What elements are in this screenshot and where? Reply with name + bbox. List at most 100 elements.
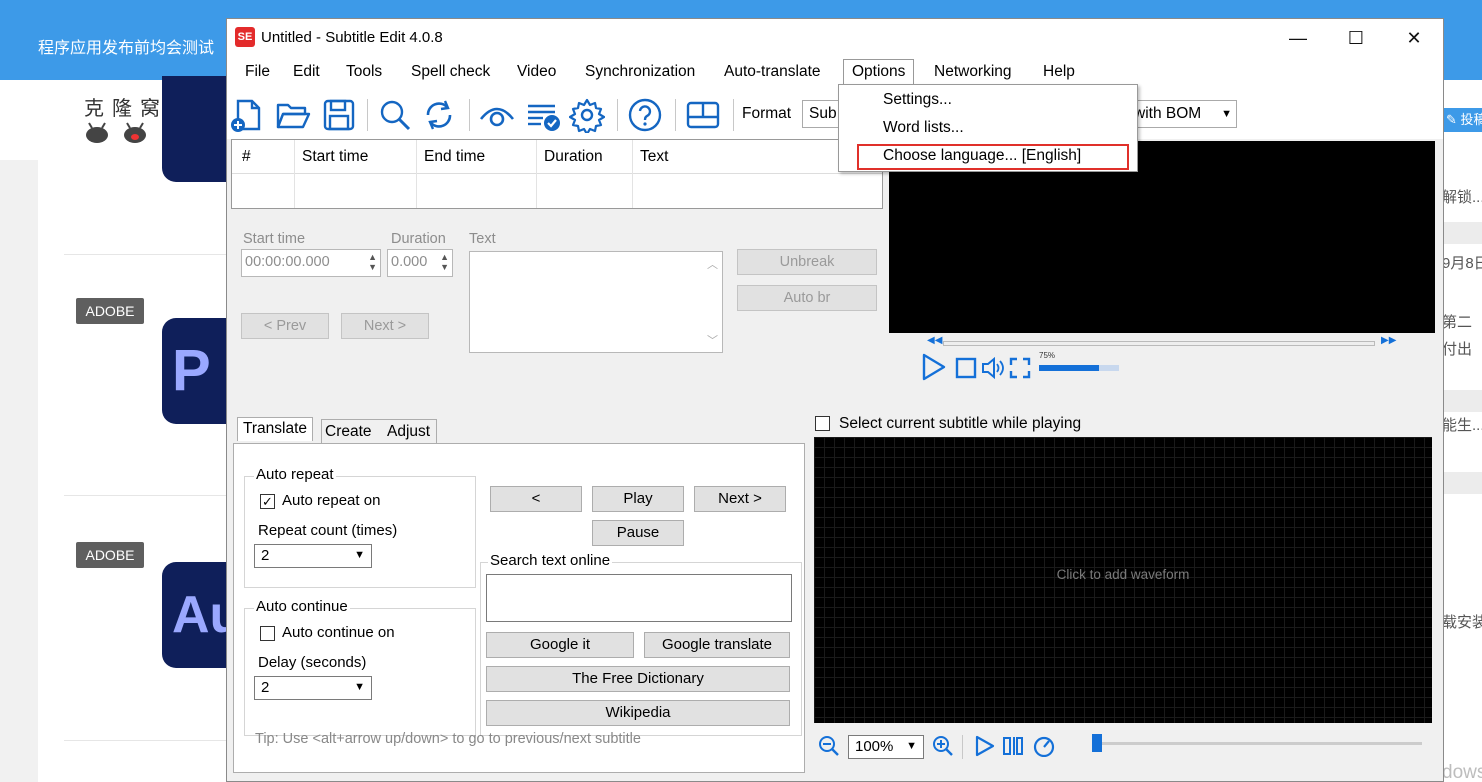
menu-synchronization[interactable]: Synchronization: [585, 63, 695, 81]
video-seek-bar[interactable]: [943, 341, 1375, 346]
rewind-icon[interactable]: ◀◀: [927, 335, 942, 346]
pause-button[interactable]: Pause: [592, 520, 684, 546]
encoding-select[interactable]: with BOM ▼: [1127, 100, 1237, 128]
column-duration[interactable]: Duration: [544, 148, 603, 166]
subtitle-edit-panel: Start time 00:00:00.000 ▲ ▼ Duration 0.000…: [231, 225, 883, 391]
fast-forward-icon[interactable]: ▶▶: [1381, 335, 1396, 346]
bg-logo[interactable]: 克隆窝: [84, 92, 168, 121]
maximize-button[interactable]: ☐: [1327, 19, 1385, 57]
spinner-icon[interactable]: ▲ ▼: [368, 252, 377, 272]
auto-repeat-checkbox[interactable]: ✓: [260, 494, 275, 509]
column-number[interactable]: #: [242, 148, 251, 166]
menu-auto-translate[interactable]: Auto-translate: [724, 63, 821, 81]
column-start-time[interactable]: Start time: [302, 148, 368, 166]
previous-line-button[interactable]: <: [490, 486, 582, 512]
subtitle-grid[interactable]: # Start time End time Duration Text: [231, 139, 883, 209]
options-dropdown-menu: Settings... Word lists... Choose languag…: [838, 84, 1138, 172]
open-folder-icon[interactable]: [275, 97, 311, 133]
zoom-select[interactable]: 100% ▼: [848, 735, 924, 759]
column-text[interactable]: Text: [640, 148, 668, 166]
split-icon[interactable]: [1002, 735, 1024, 757]
menu-help[interactable]: Help: [1043, 63, 1075, 81]
submit-post-button[interactable]: ✎ 投稿: [1442, 108, 1482, 132]
find-icon[interactable]: [377, 97, 413, 133]
divider: [64, 740, 226, 741]
menu-spell-check[interactable]: Spell check: [411, 63, 490, 81]
spell-check-icon[interactable]: [525, 97, 561, 133]
google-translate-button[interactable]: Google translate: [644, 632, 790, 658]
tab-translate[interactable]: Translate: [237, 417, 314, 441]
menu-tools[interactable]: Tools: [346, 63, 382, 81]
photoshop-app-icon[interactable]: P: [162, 318, 226, 424]
search-text-input[interactable]: [486, 574, 792, 622]
subtitle-text-area[interactable]: ︿ ﹀: [469, 251, 723, 353]
close-button[interactable]: ✕: [1385, 19, 1443, 57]
volume-icon[interactable]: [981, 357, 1005, 379]
volume-slider[interactable]: [1039, 365, 1119, 371]
auto-continue-checkbox[interactable]: [260, 626, 275, 641]
menu-video[interactable]: Video: [517, 63, 556, 81]
waveform-position-track[interactable]: [1096, 742, 1422, 745]
bg-band: [1444, 222, 1482, 244]
scroll-up-icon[interactable]: ︿: [707, 256, 718, 272]
start-time-input[interactable]: 00:00:00.000 ▲ ▼: [241, 249, 381, 277]
settings-icon[interactable]: [569, 97, 605, 133]
wikipedia-button[interactable]: Wikipedia: [486, 700, 790, 726]
category-tag[interactable]: ADOBE: [76, 298, 144, 324]
waveform-position-thumb[interactable]: [1092, 734, 1102, 752]
help-icon[interactable]: [627, 97, 663, 133]
column-end-time[interactable]: End time: [424, 148, 485, 166]
fullscreen-icon[interactable]: [1009, 357, 1031, 379]
play-selection-icon[interactable]: [974, 735, 996, 757]
prev-button[interactable]: < Prev: [241, 313, 329, 339]
select-current-subtitle-checkbox[interactable]: [815, 416, 830, 431]
play-button[interactable]: Play: [592, 486, 684, 512]
repeat-count-select[interactable]: 2 ▼: [254, 544, 372, 568]
bg-snippet: 9月8日: [1442, 255, 1482, 272]
bg-snippet[interactable]: 能生...: [1442, 414, 1482, 435]
visual-sync-icon[interactable]: [479, 97, 515, 133]
bg-snippet[interactable]: 解锁...: [1442, 186, 1482, 207]
menu-edit[interactable]: Edit: [293, 63, 320, 81]
menu-options[interactable]: Options: [843, 59, 915, 86]
menu-word-lists[interactable]: Word lists...: [883, 119, 964, 137]
speed-icon[interactable]: [1032, 735, 1056, 757]
volume-percent: 75%: [1039, 351, 1056, 360]
next-button[interactable]: Next >: [341, 313, 429, 339]
spinner-icon[interactable]: ▲ ▼: [440, 252, 449, 272]
duration-input[interactable]: 0.000 ▲ ▼: [387, 249, 453, 277]
subtitle-edit-window: SE Untitled - Subtitle Edit 4.0.8 — ☐ ✕ …: [226, 18, 1444, 782]
zoom-out-icon[interactable]: [818, 735, 840, 757]
replace-icon[interactable]: [421, 97, 457, 133]
format-select[interactable]: Sub: [802, 100, 842, 128]
waveform-panel[interactable]: Click to add waveform: [814, 437, 1432, 723]
category-tag[interactable]: ADOBE: [76, 542, 144, 568]
scroll-down-icon[interactable]: ﹀: [707, 332, 718, 348]
toolbar-separator: [962, 735, 963, 759]
layout-icon[interactable]: [685, 97, 721, 133]
play-icon[interactable]: [921, 353, 947, 381]
divider: [64, 254, 226, 255]
menu-networking[interactable]: Networking: [934, 63, 1012, 81]
auto-continue-on-label[interactable]: Auto continue on: [282, 624, 395, 641]
auto-br-button[interactable]: Auto br: [737, 285, 877, 311]
save-icon[interactable]: [321, 97, 357, 133]
bg-app-icon[interactable]: [162, 76, 226, 182]
stop-icon[interactable]: [955, 357, 977, 379]
delay-select[interactable]: 2 ▼: [254, 676, 372, 700]
auto-repeat-on-label[interactable]: Auto repeat on: [282, 492, 380, 509]
zoom-in-icon[interactable]: [932, 735, 954, 757]
menu-settings[interactable]: Settings...: [883, 91, 952, 109]
select-current-subtitle-label[interactable]: Select current subtitle while playing: [839, 415, 1081, 433]
audition-app-icon[interactable]: Au: [162, 562, 241, 668]
minimize-button[interactable]: —: [1269, 19, 1327, 57]
volume-fill: [1039, 365, 1099, 371]
next-line-button[interactable]: Next >: [694, 486, 786, 512]
free-dictionary-button[interactable]: The Free Dictionary: [486, 666, 790, 692]
bg-snippet[interactable]: 载安装: [1442, 611, 1482, 632]
google-it-button[interactable]: Google it: [486, 632, 634, 658]
title-bar[interactable]: SE Untitled - Subtitle Edit 4.0.8 — ☐ ✕: [227, 19, 1443, 57]
menu-file[interactable]: File: [245, 63, 270, 81]
unbreak-button[interactable]: Unbreak: [737, 249, 877, 275]
new-file-icon[interactable]: [229, 97, 265, 133]
